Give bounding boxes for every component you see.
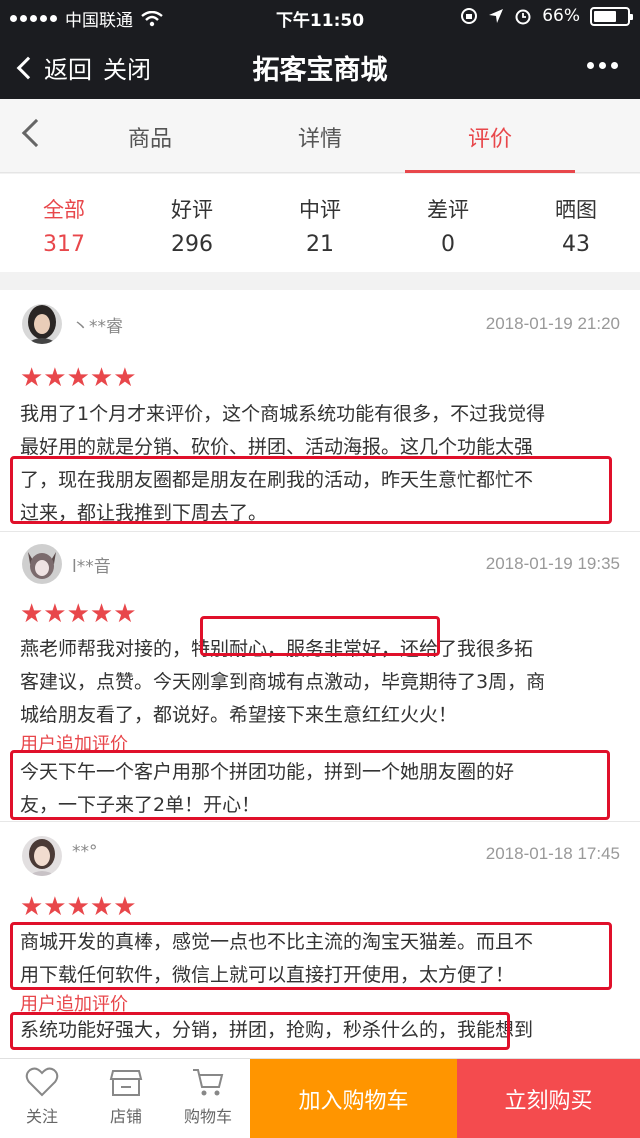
filter-positive[interactable]: 好评 296 xyxy=(128,194,256,257)
filter-neutral[interactable]: 中评 21 xyxy=(256,194,384,257)
filter-label: 好评 xyxy=(171,198,213,222)
highlight-box xyxy=(10,750,610,820)
tab-reviews[interactable]: 评价 xyxy=(405,121,575,153)
highlight-box xyxy=(10,922,612,990)
star-rating: ★★★★★ xyxy=(20,363,137,393)
filter-label: 中评 xyxy=(299,198,341,222)
review-line: 客建议，点赞。今天刚拿到商城有点激动，毕竟期待了3周，商 xyxy=(20,671,546,693)
avatar xyxy=(22,544,62,584)
review-line: 城给朋友看了，都说好。希望接下来生意红红火火！ xyxy=(20,704,458,726)
star-rating: ★★★★★ xyxy=(20,599,137,629)
cart-link-button[interactable]: 购物车 xyxy=(166,1067,250,1127)
alarm-icon xyxy=(515,9,531,25)
tab-bar: 商品 详情 评价 xyxy=(0,99,640,173)
tab-product[interactable]: 商品 xyxy=(65,121,235,153)
filter-count: 0 xyxy=(441,232,455,257)
filter-count: 43 xyxy=(562,232,590,257)
shop-button[interactable]: 店铺 xyxy=(84,1067,168,1127)
cart-label: 购物车 xyxy=(183,1107,232,1126)
battery-icon xyxy=(590,6,633,26)
highlight-box xyxy=(200,616,440,656)
filter-negative[interactable]: 差评 0 xyxy=(384,194,512,257)
reviewer-name: **° xyxy=(72,842,98,862)
filter-label: 差评 xyxy=(427,198,469,222)
review-date: 2018-01-18 17:45 xyxy=(485,844,620,863)
shop-icon xyxy=(109,1070,143,1096)
review-date: 2018-01-19 19:35 xyxy=(485,554,620,573)
rotation-lock-icon xyxy=(461,8,478,24)
tab-details[interactable]: 详情 xyxy=(235,121,405,153)
filter-label: 晒图 xyxy=(555,198,597,222)
nav-bar: 返回 关闭 拓客宝商城 xyxy=(0,34,640,99)
reviewer-name: 丶**睿 xyxy=(72,317,123,337)
avatar xyxy=(22,836,62,876)
bottom-action-bar: 关注 店铺 购物车 加入购物车 立刻购买 xyxy=(0,1058,640,1138)
more-icon[interactable] xyxy=(587,62,618,69)
review-line: 我用了1个月才来评价，这个商城系统功能有很多，不过我觉得 xyxy=(20,403,546,425)
filter-all[interactable]: 全部 317 xyxy=(0,194,128,257)
highlight-box xyxy=(10,1012,510,1050)
cart-icon xyxy=(193,1069,224,1096)
buy-now-button[interactable]: 立刻购买 xyxy=(457,1059,640,1138)
filter-count: 317 xyxy=(43,232,85,257)
review-item: l**音 2018-01-19 19:35 ★★★★★ 燕老师帮我对接的，特别耐… xyxy=(0,532,640,822)
filter-count: 296 xyxy=(171,232,213,257)
status-bar: 中国联通 下午11:50 66% xyxy=(0,0,640,34)
chevron-left-icon[interactable] xyxy=(21,118,51,148)
filter-count: 21 xyxy=(306,232,334,257)
add-to-cart-button[interactable]: 加入购物车 xyxy=(250,1059,457,1138)
review-item: **° 2018-01-18 17:45 ★★★★★ 商城开发的真棒，感觉一点也… xyxy=(0,822,640,1058)
location-icon xyxy=(489,9,504,23)
shop-label: 店铺 xyxy=(109,1107,142,1126)
review-date: 2018-01-19 21:20 xyxy=(485,314,620,333)
active-tab-indicator xyxy=(405,170,575,173)
filter-label: 全部 xyxy=(43,198,85,222)
battery-percent: 66% xyxy=(542,6,580,26)
follow-label: 关注 xyxy=(25,1107,58,1126)
page-title: 拓客宝商城 xyxy=(252,55,388,86)
review-list: 丶**睿 2018-01-19 21:20 ★★★★★ 我用了1个月才来评价，这… xyxy=(0,290,640,1058)
reviewer-name: l**音 xyxy=(72,557,111,577)
highlight-box xyxy=(10,456,612,524)
status-right: 66% xyxy=(460,6,633,26)
review-filter: 全部 317 好评 296 中评 21 差评 0 晒图 43 xyxy=(0,174,640,272)
review-item: 丶**睿 2018-01-19 21:20 ★★★★★ 我用了1个月才来评价，这… xyxy=(0,290,640,532)
heart-icon xyxy=(25,1067,59,1097)
filter-photos[interactable]: 晒图 43 xyxy=(512,194,640,257)
star-rating: ★★★★★ xyxy=(20,892,137,922)
avatar xyxy=(22,304,62,344)
follow-button[interactable]: 关注 xyxy=(0,1067,84,1127)
